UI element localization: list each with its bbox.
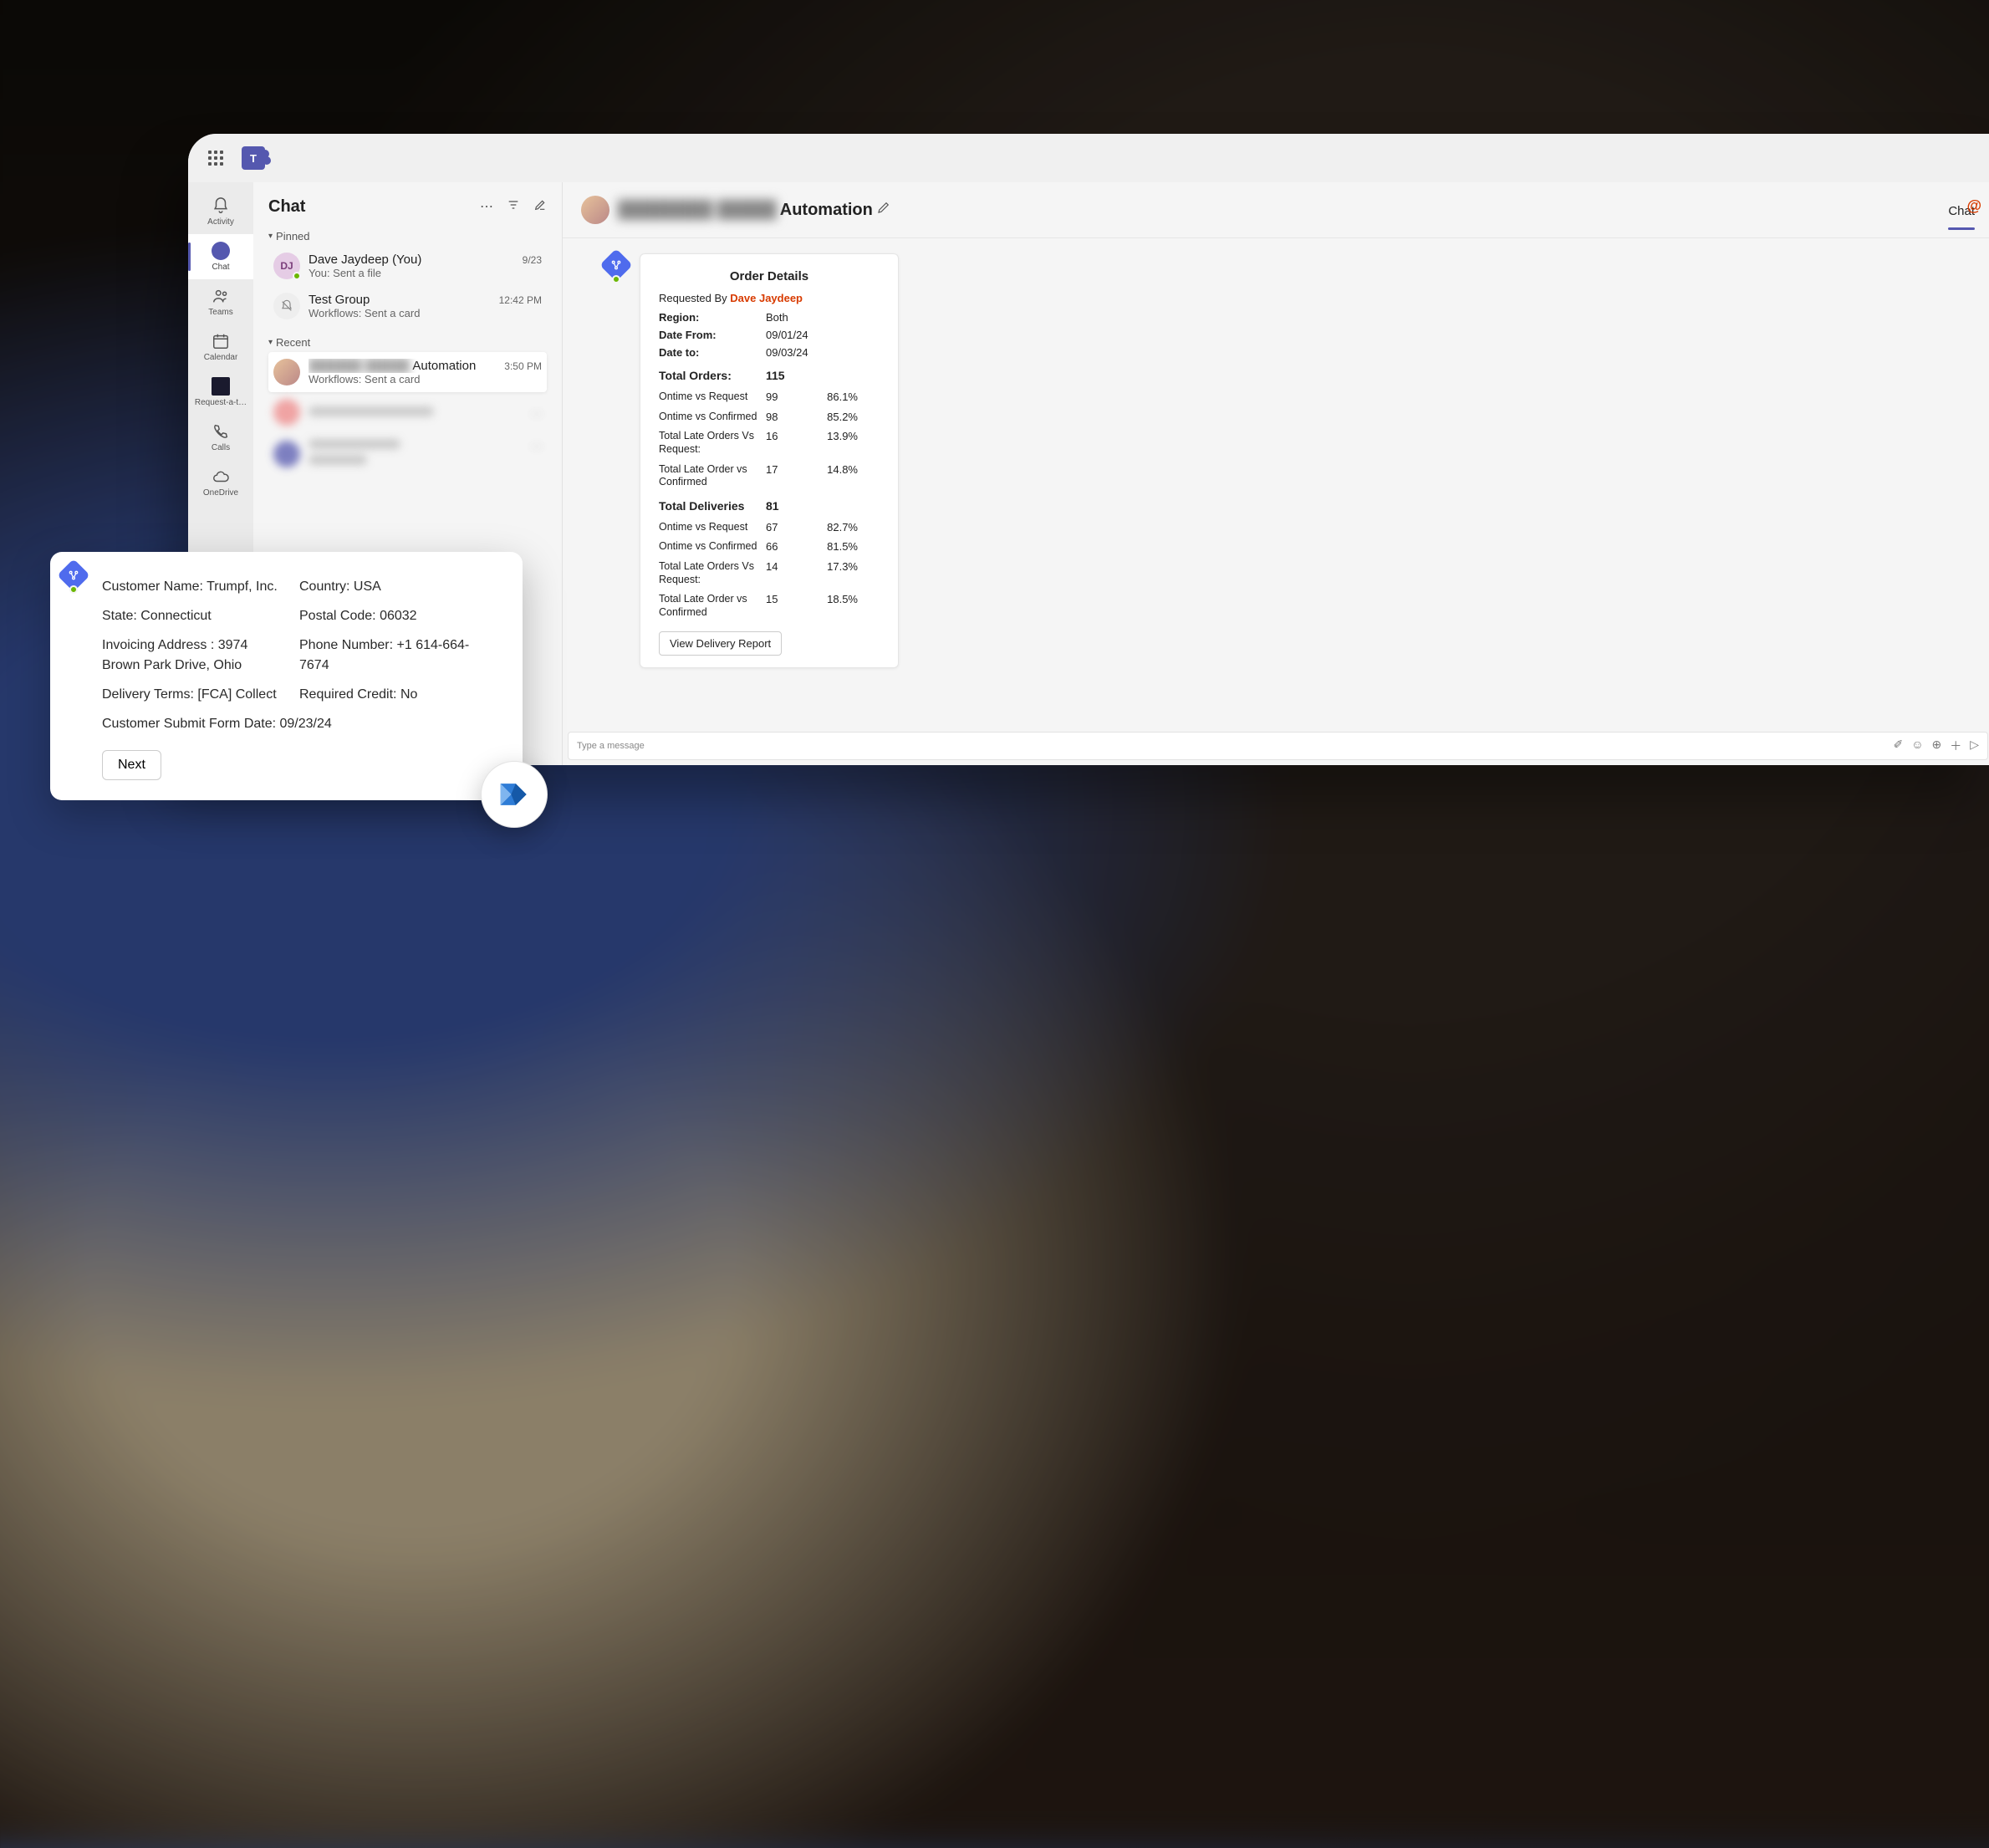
rail-calls[interactable]: Calls	[188, 415, 253, 460]
chat-time: 9/23	[523, 254, 542, 266]
rail-request[interactable]: Request-a-t…	[188, 370, 253, 415]
compose-box[interactable]: Type a message ✐ ☺ ⊕ ＋ ▷	[568, 732, 1988, 760]
section-pinned[interactable]: Pinned	[268, 230, 547, 242]
chat-time: 3:50 PM	[504, 360, 542, 372]
new-chat-icon[interactable]	[533, 198, 547, 216]
rail-label: Activity	[207, 217, 234, 227]
view-delivery-report-button[interactable]: View Delivery Report	[659, 631, 782, 656]
format-icon[interactable]: ✐	[1893, 738, 1903, 754]
rail-activity[interactable]: Activity	[188, 189, 253, 234]
rail-label: OneDrive	[203, 488, 238, 498]
customer-credit: No	[400, 687, 417, 702]
attach-icon[interactable]: ⊕	[1931, 738, 1941, 754]
chat-preview: Workflows: Sent a card	[309, 307, 542, 319]
customer-terms: [FCA] Collect	[197, 687, 276, 702]
teams-logo-icon: T	[242, 146, 265, 170]
customer-postal: 06032	[380, 609, 417, 623]
order-details-card: Order Details Requested By Dave Jaydeep …	[640, 253, 899, 668]
title-bar: T	[188, 134, 1989, 182]
chat-row-blurred: ---	[268, 432, 547, 476]
rail-calendar[interactable]: Calendar	[188, 324, 253, 370]
send-icon[interactable]: ▷	[1970, 738, 1979, 754]
power-automate-icon	[481, 761, 548, 828]
bot-avatar-icon	[599, 248, 633, 282]
phone-icon	[212, 422, 230, 441]
rail-label: Calls	[212, 443, 230, 452]
chat-list-title: Chat	[268, 197, 305, 217]
bot-avatar-icon	[57, 559, 90, 592]
rail-chat[interactable]: Chat	[188, 234, 253, 279]
app-launcher-icon[interactable]	[208, 151, 223, 166]
rail-onedrive[interactable]: OneDrive	[188, 460, 253, 505]
plus-icon[interactable]: ＋	[1950, 738, 1961, 754]
rail-label: Calendar	[204, 353, 238, 362]
avatar: DJ	[273, 253, 300, 279]
customer-name: Trumpf, Inc.	[207, 579, 278, 594]
chat-row-blurred: ---	[268, 392, 547, 432]
next-button[interactable]: Next	[102, 750, 161, 780]
compose-placeholder: Type a message	[577, 741, 645, 751]
chat-name: ██████ █████ Automation	[309, 359, 476, 373]
presence-icon	[293, 272, 301, 280]
avatar	[273, 359, 300, 385]
app-square-icon	[212, 377, 230, 396]
conversation-title: ████████ █████ Automation	[618, 200, 891, 220]
requested-by-name: Dave Jaydeep	[730, 292, 803, 304]
customer-state: Connecticut	[140, 609, 212, 623]
cloud-icon	[212, 467, 230, 486]
emoji-icon[interactable]: ☺	[1911, 738, 1923, 754]
chat-row-test-group[interactable]: Test Group 12:42 PM Workflows: Sent a ca…	[268, 286, 547, 326]
conversation-pane: ████████ █████ Automation Chat @	[563, 182, 1989, 765]
mention-icon: @	[1966, 197, 1981, 215]
rail-label: Teams	[208, 308, 232, 317]
rename-icon[interactable]	[876, 200, 891, 220]
customer-country: USA	[354, 579, 381, 594]
more-icon[interactable]: ⋯	[480, 198, 493, 216]
chat-name: Dave Jaydeep (You)	[309, 253, 421, 267]
chat-name: Test Group	[309, 293, 370, 307]
card-title: Order Details	[659, 269, 880, 283]
teams-icon	[212, 287, 230, 305]
rail-label: Chat	[212, 263, 229, 272]
section-recent[interactable]: Recent	[268, 336, 547, 349]
calendar-icon	[212, 332, 230, 350]
chat-preview: You: Sent a file	[309, 267, 542, 279]
chat-row-automation[interactable]: ██████ █████ Automation 3:50 PM Workflow…	[268, 352, 547, 392]
rail-label: Request-a-t…	[195, 398, 247, 407]
customer-info-card: Customer Name: Trumpf, Inc. Country: USA…	[50, 552, 523, 800]
chat-row-self[interactable]: DJ Dave Jaydeep (You) 9/23 You: Sent a f…	[268, 246, 547, 286]
rail-teams[interactable]: Teams	[188, 279, 253, 324]
bell-icon	[212, 197, 230, 215]
chat-time: 12:42 PM	[499, 294, 542, 306]
filter-icon[interactable]	[507, 198, 520, 216]
customer-submit-date: 09/23/24	[280, 717, 332, 731]
chat-preview: Workflows: Sent a card	[309, 373, 542, 385]
conversation-header: ████████ █████ Automation Chat	[563, 182, 1989, 238]
conversation-body: @ Order Details Requested By Dave Jaydee…	[563, 238, 1989, 765]
chat-icon	[212, 242, 230, 260]
avatar	[273, 293, 300, 319]
conversation-avatar	[581, 196, 609, 224]
